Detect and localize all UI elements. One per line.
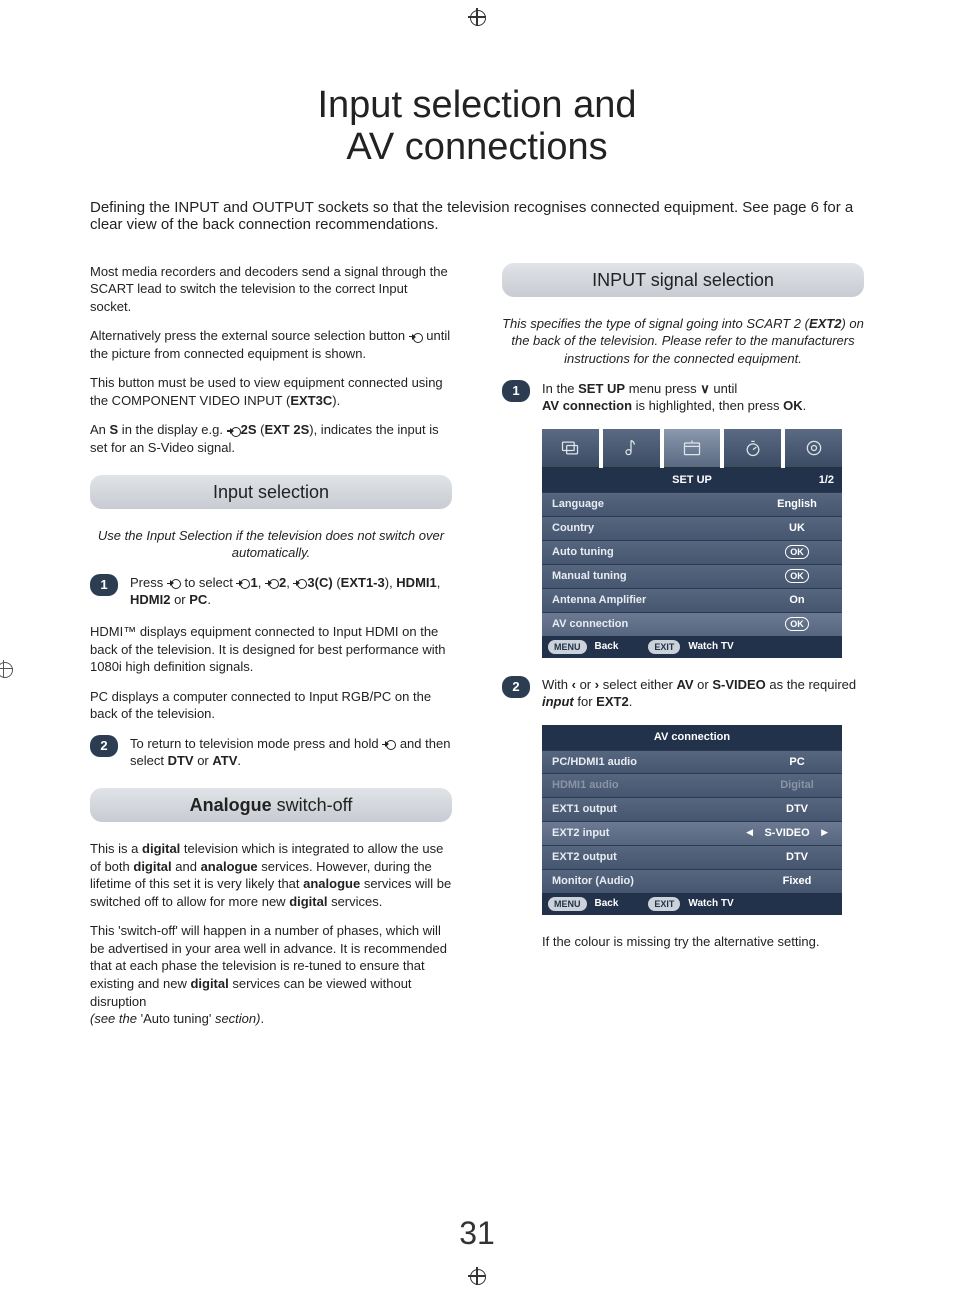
osd2-row-ext2out: EXT2 outputDTV	[542, 845, 842, 869]
step-badge-1: 1	[90, 574, 118, 596]
osd-title: SET UP 1/2	[542, 468, 842, 493]
arrow-left-icon: ◀	[742, 826, 757, 841]
crop-mark-top	[0, 0, 954, 35]
exit-pill: EXIT	[648, 640, 680, 654]
chevron-down-icon: ∨	[700, 381, 710, 396]
left-column: Most media recorders and decoders send a…	[90, 263, 452, 1040]
osd-tab-settings	[785, 429, 842, 468]
osd-row-language: LanguageEnglish	[542, 492, 842, 516]
section-signal: INPUT signal selection	[502, 263, 864, 297]
arrow-right-icon: ▶	[817, 826, 832, 841]
menu-pill: MENU	[548, 897, 587, 911]
osd-row-auto-tuning: Auto tuningOK	[542, 540, 842, 564]
left-step1-p3: PC displays a computer connected to Inpu…	[90, 688, 452, 723]
note-input-selection: Use the Input Selection if the televisio…	[90, 527, 452, 562]
left-p4: An S in the display e.g. 2S (EXT 2S), in…	[90, 421, 452, 456]
right-tail: If the colour is missing try the alterna…	[542, 933, 864, 951]
osd-row-manual-tuning: Manual tuningOK	[542, 564, 842, 588]
left-p3: This button must be used to view equipme…	[90, 374, 452, 409]
osd2-row-hdmi1audio: HDMI1 audioDigital	[542, 773, 842, 797]
step-badge-1: 1	[502, 380, 530, 402]
left-step-2: 2 To return to television mode press and…	[90, 735, 452, 770]
osd-av-connection: AV connection PC/HDMI1 audioPC HDMI1 aud…	[542, 725, 842, 915]
osd-page: 1/2	[819, 473, 834, 488]
exit-pill: EXIT	[648, 897, 680, 911]
osd-setup-menu: SET UP 1/2 LanguageEnglish CountryUK Aut…	[542, 429, 842, 658]
section-analogue: Analogue switch-off	[90, 788, 452, 822]
title-line1: Input selection and	[317, 84, 636, 126]
osd2-row-ext2in: EXT2 input◀S-VIDEO▶	[542, 821, 842, 845]
source-icon	[236, 578, 250, 588]
osd-tab-sound	[603, 429, 660, 468]
note-signal: This specifies the type of signal going …	[502, 315, 864, 368]
osd2-footer: MENU Back EXIT Watch TV	[542, 893, 842, 915]
crop-mark-left	[0, 660, 13, 678]
osd-tab-picture	[542, 429, 599, 468]
crop-mark-bottom	[0, 1267, 954, 1292]
step-badge-2: 2	[90, 735, 118, 757]
right-step-2: 2 With ‹ or › select either AV or S-VIDE…	[502, 676, 864, 711]
osd2-title: AV connection	[542, 725, 842, 750]
osd-footer: MENU Back EXIT Watch TV	[542, 636, 842, 658]
source-icon	[167, 578, 181, 588]
intro-text: Defining the INPUT and OUTPUT sockets so…	[90, 199, 864, 233]
left-step-1: 1 Press to select 1, 2, 3(C) (EXT1-3), H…	[90, 574, 452, 609]
step-badge-2: 2	[502, 676, 530, 698]
osd2-row-ext1out: EXT1 outputDTV	[542, 797, 842, 821]
source-icon	[382, 739, 396, 749]
section-input-selection: Input selection	[90, 475, 452, 509]
source-icon	[293, 578, 307, 588]
osd2-row-pchdmi: PC/HDMI1 audioPC	[542, 750, 842, 774]
right-step-1: 1 In the SET UP menu press ∨ until AV co…	[502, 380, 864, 415]
right-column: INPUT signal selection This specifies th…	[502, 263, 864, 1040]
osd-tab-timer	[724, 429, 781, 468]
title-line2: AV connections	[346, 126, 607, 168]
analogue-p1: This is a digital television which is in…	[90, 840, 452, 910]
source-icon	[409, 332, 423, 342]
osd-row-country: CountryUK	[542, 516, 842, 540]
source-icon	[227, 426, 241, 436]
analogue-p2: This 'switch-off' will happen in a numbe…	[90, 922, 452, 1027]
osd2-row-monitor: Monitor (Audio)Fixed	[542, 869, 842, 893]
left-p1: Most media recorders and decoders send a…	[90, 263, 452, 316]
page-number: 31	[0, 1215, 954, 1252]
osd-row-antenna: Antenna AmplifierOn	[542, 588, 842, 612]
left-step1-p2: HDMI™ displays equipment connected to In…	[90, 623, 452, 676]
osd-row-av-connection: AV connectionOK	[542, 612, 842, 636]
menu-pill: MENU	[548, 640, 587, 654]
osd-tab-setup	[664, 429, 721, 468]
page-title: Input selection and AV connections	[90, 85, 864, 169]
left-p2: Alternatively press the external source …	[90, 327, 452, 362]
source-icon	[265, 578, 279, 588]
